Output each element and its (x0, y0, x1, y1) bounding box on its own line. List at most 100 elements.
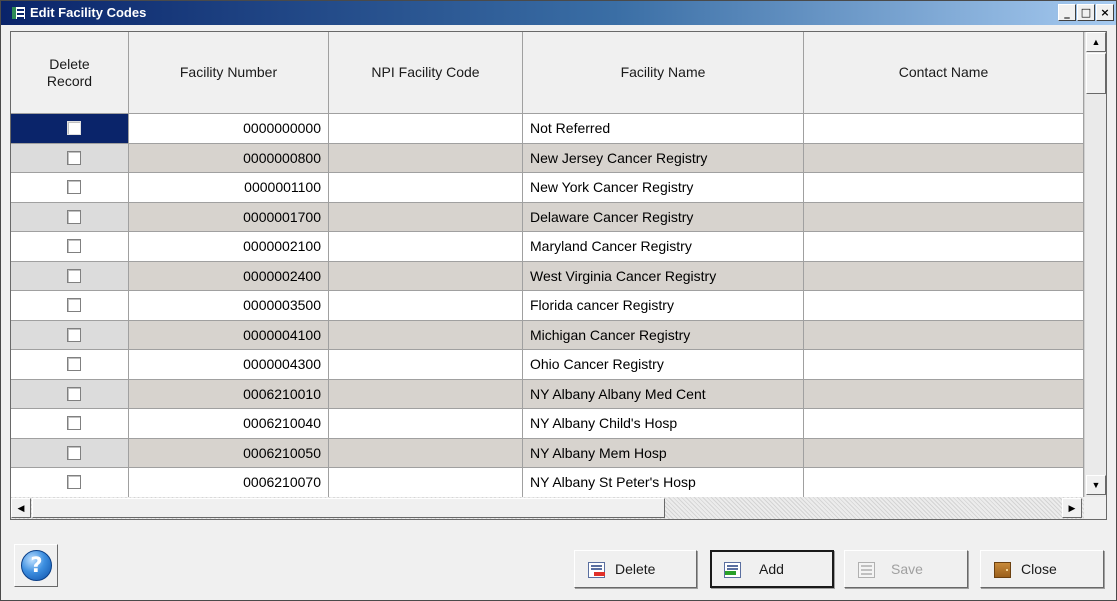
vertical-scrollbar[interactable]: ▲ ▼ (1084, 32, 1106, 497)
contact-name-cell[interactable] (804, 232, 1084, 262)
facility-number-cell[interactable]: 0006210070 (129, 468, 329, 497)
table-row[interactable]: 0000001100 New York Cancer Registry (11, 173, 1084, 203)
table-row[interactable]: 0000004100 Michigan Cancer Registry (11, 320, 1084, 350)
delete-record-cell[interactable] (11, 232, 129, 262)
table-row[interactable]: 0000001700 Delaware Cancer Registry (11, 202, 1084, 232)
facility-number-cell[interactable]: 0000004300 (129, 350, 329, 380)
add-button[interactable]: Add (710, 550, 834, 588)
table-row[interactable]: 0000003500 Florida cancer Registry (11, 291, 1084, 321)
delete-record-checkbox[interactable] (67, 416, 81, 430)
table-row[interactable]: 0000002400 West Virginia Cancer Registry (11, 261, 1084, 291)
help-button[interactable]: ? (14, 544, 58, 587)
npi-facility-code-cell[interactable] (329, 202, 523, 232)
npi-facility-code-cell[interactable] (329, 379, 523, 409)
close-button[interactable]: Close (980, 550, 1104, 588)
column-header-facility-name[interactable]: Facility Name (523, 32, 804, 114)
delete-record-cell[interactable] (11, 143, 129, 173)
contact-name-cell[interactable] (804, 468, 1084, 497)
facility-number-cell[interactable]: 0000003500 (129, 291, 329, 321)
contact-name-cell[interactable] (804, 143, 1084, 173)
npi-facility-code-cell[interactable] (329, 468, 523, 497)
contact-name-cell[interactable] (804, 409, 1084, 439)
scroll-up-arrow-icon[interactable]: ▲ (1086, 32, 1106, 52)
facility-number-cell[interactable]: 0006210050 (129, 438, 329, 468)
facility-number-cell[interactable]: 0000001100 (129, 173, 329, 203)
npi-facility-code-cell[interactable] (329, 114, 523, 144)
facility-number-cell[interactable]: 0000002100 (129, 232, 329, 262)
facility-name-cell[interactable]: Florida cancer Registry (523, 291, 804, 321)
minimize-button[interactable]: _ (1058, 4, 1076, 21)
delete-record-checkbox[interactable] (67, 327, 81, 342)
column-header-npi-facility-code[interactable]: NPI Facility Code (329, 32, 523, 114)
npi-facility-code-cell[interactable] (329, 232, 523, 262)
facility-number-cell[interactable]: 0000000800 (129, 143, 329, 173)
delete-record-cell[interactable] (11, 409, 129, 439)
delete-record-checkbox[interactable] (67, 475, 81, 489)
table-row[interactable]: 0006210050 NY Albany Mem Hosp (11, 438, 1084, 468)
delete-record-cell[interactable] (11, 173, 129, 203)
facility-name-cell[interactable]: NY Albany Child's Hosp (523, 409, 804, 439)
delete-record-cell[interactable] (11, 438, 129, 468)
maximize-button[interactable]: □ (1077, 4, 1095, 21)
contact-name-cell[interactable] (804, 438, 1084, 468)
table-row[interactable]: 0006210070 NY Albany St Peter's Hosp (11, 468, 1084, 497)
facility-name-cell[interactable]: Ohio Cancer Registry (523, 350, 804, 380)
facility-number-cell[interactable]: 0000004100 (129, 320, 329, 350)
delete-record-cell[interactable] (11, 350, 129, 380)
contact-name-cell[interactable] (804, 202, 1084, 232)
delete-record-cell[interactable] (11, 261, 129, 291)
horizontal-scroll-thumb[interactable] (32, 498, 665, 518)
scroll-down-arrow-icon[interactable]: ▼ (1086, 475, 1106, 495)
facility-name-cell[interactable]: NY Albany Albany Med Cent (523, 379, 804, 409)
facility-name-cell[interactable]: Maryland Cancer Registry (523, 232, 804, 262)
contact-name-cell[interactable] (804, 291, 1084, 321)
npi-facility-code-cell[interactable] (329, 320, 523, 350)
facility-name-cell[interactable]: Delaware Cancer Registry (523, 202, 804, 232)
delete-record-cell[interactable] (11, 114, 129, 144)
contact-name-cell[interactable] (804, 173, 1084, 203)
delete-record-checkbox[interactable] (67, 357, 81, 371)
delete-record-cell[interactable] (11, 379, 129, 409)
facility-number-cell[interactable]: 0000001700 (129, 202, 329, 232)
npi-facility-code-cell[interactable] (329, 409, 523, 439)
npi-facility-code-cell[interactable] (329, 350, 523, 380)
table-row[interactable]: 0000004300 Ohio Cancer Registry (11, 350, 1084, 380)
facility-number-cell[interactable]: 0006210040 (129, 409, 329, 439)
contact-name-cell[interactable] (804, 261, 1084, 291)
facility-name-cell[interactable]: Not Referred (523, 114, 804, 144)
column-header-facility-number[interactable]: Facility Number (129, 32, 329, 114)
delete-record-checkbox[interactable] (67, 239, 81, 253)
vertical-scroll-thumb[interactable] (1086, 53, 1106, 94)
contact-name-cell[interactable] (804, 320, 1084, 350)
column-header-contact-name[interactable]: Contact Name (804, 32, 1084, 114)
facility-name-cell[interactable]: Michigan Cancer Registry (523, 320, 804, 350)
npi-facility-code-cell[interactable] (329, 291, 523, 321)
table-row[interactable]: 0000002100 Maryland Cancer Registry (11, 232, 1084, 262)
table-row[interactable]: 0006210040 NY Albany Child's Hosp (11, 409, 1084, 439)
facility-name-cell[interactable]: West Virginia Cancer Registry (523, 261, 804, 291)
facility-number-cell[interactable]: 0000002400 (129, 261, 329, 291)
npi-facility-code-cell[interactable] (329, 143, 523, 173)
table-row[interactable]: 0000000000 Not Referred (11, 114, 1084, 144)
scroll-left-arrow-icon[interactable]: ◀ (11, 498, 31, 518)
delete-button[interactable]: Delete (574, 550, 697, 588)
delete-record-checkbox[interactable] (67, 180, 81, 194)
npi-facility-code-cell[interactable] (329, 173, 523, 203)
contact-name-cell[interactable] (804, 114, 1084, 144)
contact-name-cell[interactable] (804, 350, 1084, 380)
delete-record-cell[interactable] (11, 291, 129, 321)
delete-record-checkbox[interactable] (67, 121, 81, 135)
facility-name-cell[interactable]: New York Cancer Registry (523, 173, 804, 203)
horizontal-scrollbar[interactable]: ◀ ▶ (11, 497, 1084, 519)
delete-record-checkbox[interactable] (67, 268, 81, 283)
contact-name-cell[interactable] (804, 379, 1084, 409)
delete-record-checkbox[interactable] (67, 386, 81, 401)
facility-number-cell[interactable]: 0000000000 (129, 114, 329, 144)
delete-record-checkbox[interactable] (67, 445, 81, 460)
facility-name-cell[interactable]: New Jersey Cancer Registry (523, 143, 804, 173)
table-row[interactable]: 0000000800 New Jersey Cancer Registry (11, 143, 1084, 173)
close-window-button[interactable]: × (1096, 4, 1114, 21)
delete-record-cell[interactable] (11, 202, 129, 232)
table-row[interactable]: 0006210010 NY Albany Albany Med Cent (11, 379, 1084, 409)
delete-record-cell[interactable] (11, 468, 129, 497)
